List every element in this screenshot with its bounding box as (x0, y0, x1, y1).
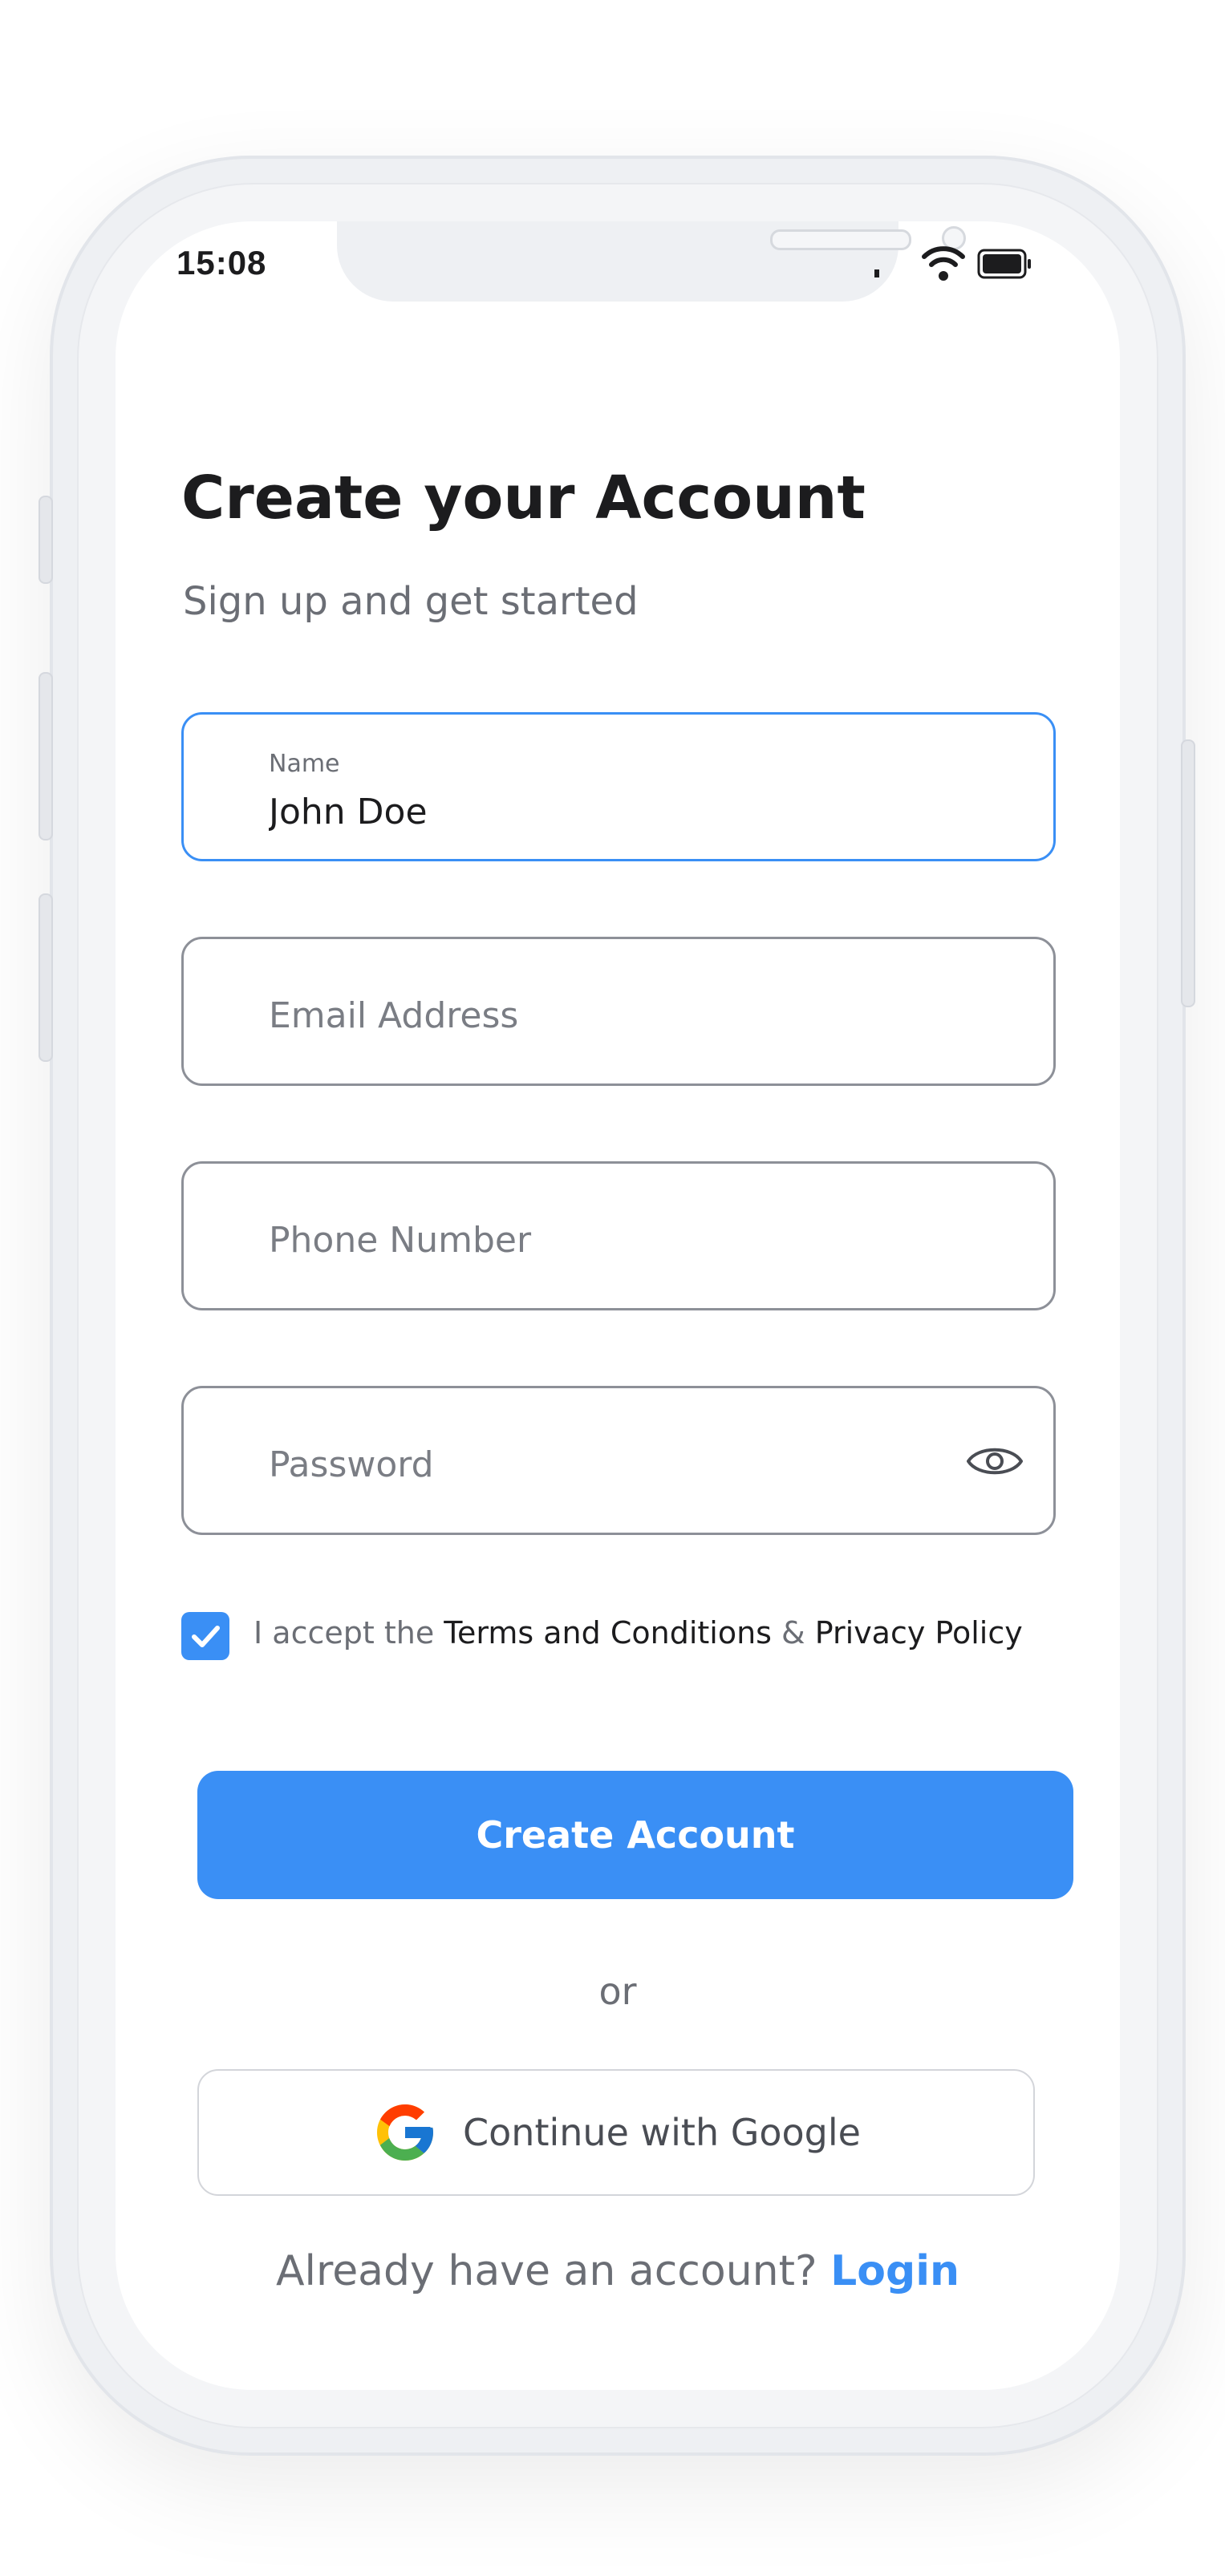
status-icons (874, 239, 1035, 287)
login-prompt: Already have an account? Login (116, 2247, 1120, 2295)
password-visibility-toggle[interactable] (965, 1440, 1024, 1483)
notch (337, 221, 966, 302)
continue-with-google-button[interactable]: Continue with Google (197, 2069, 1035, 2196)
email-field[interactable]: Email Address (181, 937, 1056, 1086)
login-prompt-text: Already have an account? (275, 2247, 831, 2295)
terms-prefix: I accept the (254, 1615, 444, 1651)
power-button (1181, 739, 1195, 1007)
wifi-icon (922, 246, 965, 281)
volume-down-button (39, 893, 53, 1062)
mute-switch (39, 496, 53, 584)
checkmark-icon (192, 1626, 220, 1647)
app-screen: 15:08 Create your Account Sign up and ge… (116, 221, 1120, 2390)
terms-text: I accept the Terms and Conditions & Priv… (254, 1609, 1024, 1657)
login-link[interactable]: Login (830, 2247, 959, 2295)
password-field[interactable]: Password (181, 1386, 1056, 1535)
terms-checkbox[interactable] (181, 1612, 229, 1660)
name-field[interactable]: Name (181, 712, 1056, 861)
phone-field[interactable]: Phone Number (181, 1161, 1056, 1310)
password-placeholder: Password (269, 1444, 434, 1485)
page-subtitle: Sign up and get started (183, 579, 639, 624)
name-field-label: Name (269, 750, 340, 778)
name-input[interactable] (269, 792, 959, 832)
google-icon (377, 2104, 434, 2161)
privacy-link[interactable]: Privacy Policy (815, 1615, 1023, 1651)
eye-icon (967, 1448, 1023, 1475)
signal-icon (874, 269, 879, 277)
or-divider: or (598, 1970, 637, 2013)
email-placeholder: Email Address (269, 995, 519, 1036)
mockup-stage: 15:08 Create your Account Sign up and ge… (0, 0, 1225, 2576)
status-time: 15:08 (176, 244, 267, 281)
volume-up-button (39, 672, 53, 840)
phone-placeholder: Phone Number (269, 1220, 532, 1261)
terms-link[interactable]: Terms and Conditions (444, 1615, 772, 1651)
terms-connector: & (771, 1615, 815, 1651)
create-account-button[interactable]: Create Account (197, 1771, 1073, 1899)
battery-icon (977, 249, 1031, 279)
google-button-label: Continue with Google (463, 2111, 861, 2154)
page-title: Create your Account (181, 464, 866, 533)
